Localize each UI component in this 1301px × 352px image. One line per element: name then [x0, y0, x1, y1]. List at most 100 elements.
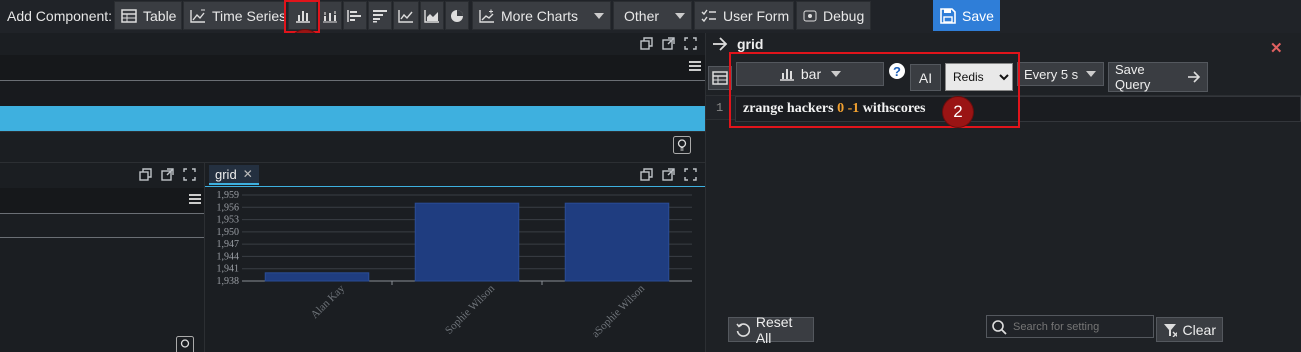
filter-clear-icon — [1164, 323, 1177, 337]
lightbulb-icon[interactable] — [673, 136, 691, 154]
query-command: zrange hackers — [743, 101, 838, 116]
bar — [414, 202, 520, 282]
selected-row-highlight[interactable] — [0, 106, 705, 131]
line-chart-icon — [398, 9, 413, 23]
source-select[interactable]: Redis — [945, 63, 1013, 91]
area-chart-icon — [424, 9, 439, 23]
add-bar-chart-button[interactable] — [288, 1, 317, 30]
bar-chart-icon — [779, 69, 794, 81]
add-component-label: Add Component: — [7, 8, 113, 24]
y-tick-label: 1,944 — [217, 251, 240, 262]
bar — [564, 202, 670, 282]
arrow-right-icon[interactable] — [712, 37, 728, 51]
copy-icon — [139, 168, 152, 181]
grid-panel-controls — [640, 168, 697, 181]
refresh-label: Every 5 s — [1024, 66, 1079, 82]
external-link-icon — [662, 37, 675, 50]
add-line-chart-button[interactable] — [393, 1, 419, 30]
debug-button[interactable]: Debug — [796, 1, 871, 30]
close-tab-icon[interactable]: ✕ — [243, 167, 253, 181]
chevron-down-icon — [675, 12, 686, 19]
y-tick-label: 1,956 — [217, 202, 240, 213]
divider — [0, 162, 705, 163]
line-number: 1 — [716, 101, 724, 115]
table-icon — [121, 8, 137, 23]
debug-label: Debug — [823, 7, 865, 24]
hamburger-menu-icon[interactable] — [689, 61, 701, 72]
add-stacked-bar-button[interactable] — [318, 1, 342, 30]
divider — [0, 213, 204, 214]
left-panel-header — [0, 188, 204, 213]
chevron-down-icon — [1086, 71, 1097, 77]
form-checklist-icon — [701, 9, 716, 22]
time-series-button-label: Time Series — [212, 7, 287, 24]
debug-icon — [803, 10, 817, 21]
grid-tab-label: grid — [215, 166, 237, 182]
y-tick-label: 1,950 — [217, 227, 240, 238]
bar — [264, 272, 370, 282]
x-tick-label: aSophie Wilson — [590, 282, 648, 340]
y-tick-label: 1,938 — [217, 276, 240, 287]
add-user-form-button[interactable]: User Form — [694, 1, 794, 30]
lightbulb-icon[interactable] — [176, 336, 194, 352]
chevron-down-icon — [594, 12, 605, 19]
chart-type-label: bar — [800, 66, 822, 82]
y-tick-label: 1,941 — [217, 264, 240, 275]
more-charts-dropdown[interactable]: More Charts — [472, 1, 611, 30]
top-panel-controls — [640, 37, 697, 50]
add-sorted-bar-button[interactable] — [368, 1, 392, 30]
save-query-button[interactable]: Save Query — [1108, 62, 1208, 92]
settings-search-input[interactable] — [1013, 320, 1153, 333]
ai-label: AI — [918, 69, 933, 86]
fullscreen-icon — [183, 168, 196, 181]
add-area-chart-button[interactable] — [420, 1, 444, 30]
query-text[interactable]: zrange hackers 0 -1 withscores — [743, 101, 926, 117]
fullscreen-icon — [684, 37, 697, 50]
chart-type-dropdown[interactable]: bar — [736, 62, 884, 86]
line-chart-plus-icon — [190, 9, 205, 23]
refresh-interval-dropdown[interactable]: Every 5 s — [1017, 62, 1104, 86]
chart-plus-icon — [479, 9, 494, 23]
arrow-right-icon — [1188, 71, 1201, 83]
more-charts-label: More Charts — [501, 7, 579, 24]
other-label: Other — [624, 7, 660, 24]
add-horizontal-bar-button[interactable] — [343, 1, 367, 30]
other-dropdown[interactable]: Other — [613, 1, 692, 30]
save-label: Save — [962, 7, 994, 24]
close-panel-icon[interactable]: ✕ — [1270, 39, 1283, 57]
save-button[interactable]: Save — [933, 0, 1000, 31]
copy-icon — [640, 37, 653, 50]
side-panel-title: grid — [737, 36, 764, 52]
x-tick-label: Alan Kay — [309, 282, 348, 321]
y-tick-label: 1,959 — [217, 190, 240, 201]
tab-grid[interactable]: grid ✕ — [209, 165, 259, 185]
external-link-icon — [662, 168, 675, 181]
copy-icon — [640, 168, 653, 181]
y-tick-label: 1,953 — [217, 215, 240, 226]
settings-search-field[interactable] — [986, 315, 1154, 338]
table-view-button[interactable] — [708, 66, 732, 90]
left-panel-controls — [139, 168, 196, 181]
stacked-bar-icon — [323, 10, 337, 22]
add-pie-chart-button[interactable] — [445, 1, 469, 30]
add-time-series-button[interactable]: Time Series — [183, 1, 286, 30]
help-icon[interactable]: ? — [889, 63, 905, 79]
horizontal-bar-icon — [347, 9, 361, 22]
top-panel-footer — [0, 131, 705, 162]
divider — [0, 237, 204, 238]
top-panel-row — [0, 81, 705, 106]
top-panel-header — [0, 55, 705, 80]
add-table-button[interactable]: Table — [114, 1, 182, 30]
clear-filter-button[interactable]: Clear — [1156, 317, 1223, 342]
x-tick-label: Sophie Wilson — [443, 282, 497, 336]
hamburger-menu-icon[interactable] — [189, 194, 201, 205]
pie-chart-icon — [451, 9, 463, 22]
component-toolbar: Add Component: Table Time Series More Ch… — [0, 0, 1301, 33]
reset-all-button[interactable]: Reset All — [728, 314, 814, 346]
query-start: 0 — [837, 101, 845, 116]
reset-all-label: Reset All — [755, 313, 793, 346]
ai-button[interactable]: AI — [910, 64, 941, 91]
bar-chart-icon — [295, 10, 310, 23]
table-button-label: Table — [143, 7, 177, 24]
user-form-label: User Form — [723, 7, 790, 24]
